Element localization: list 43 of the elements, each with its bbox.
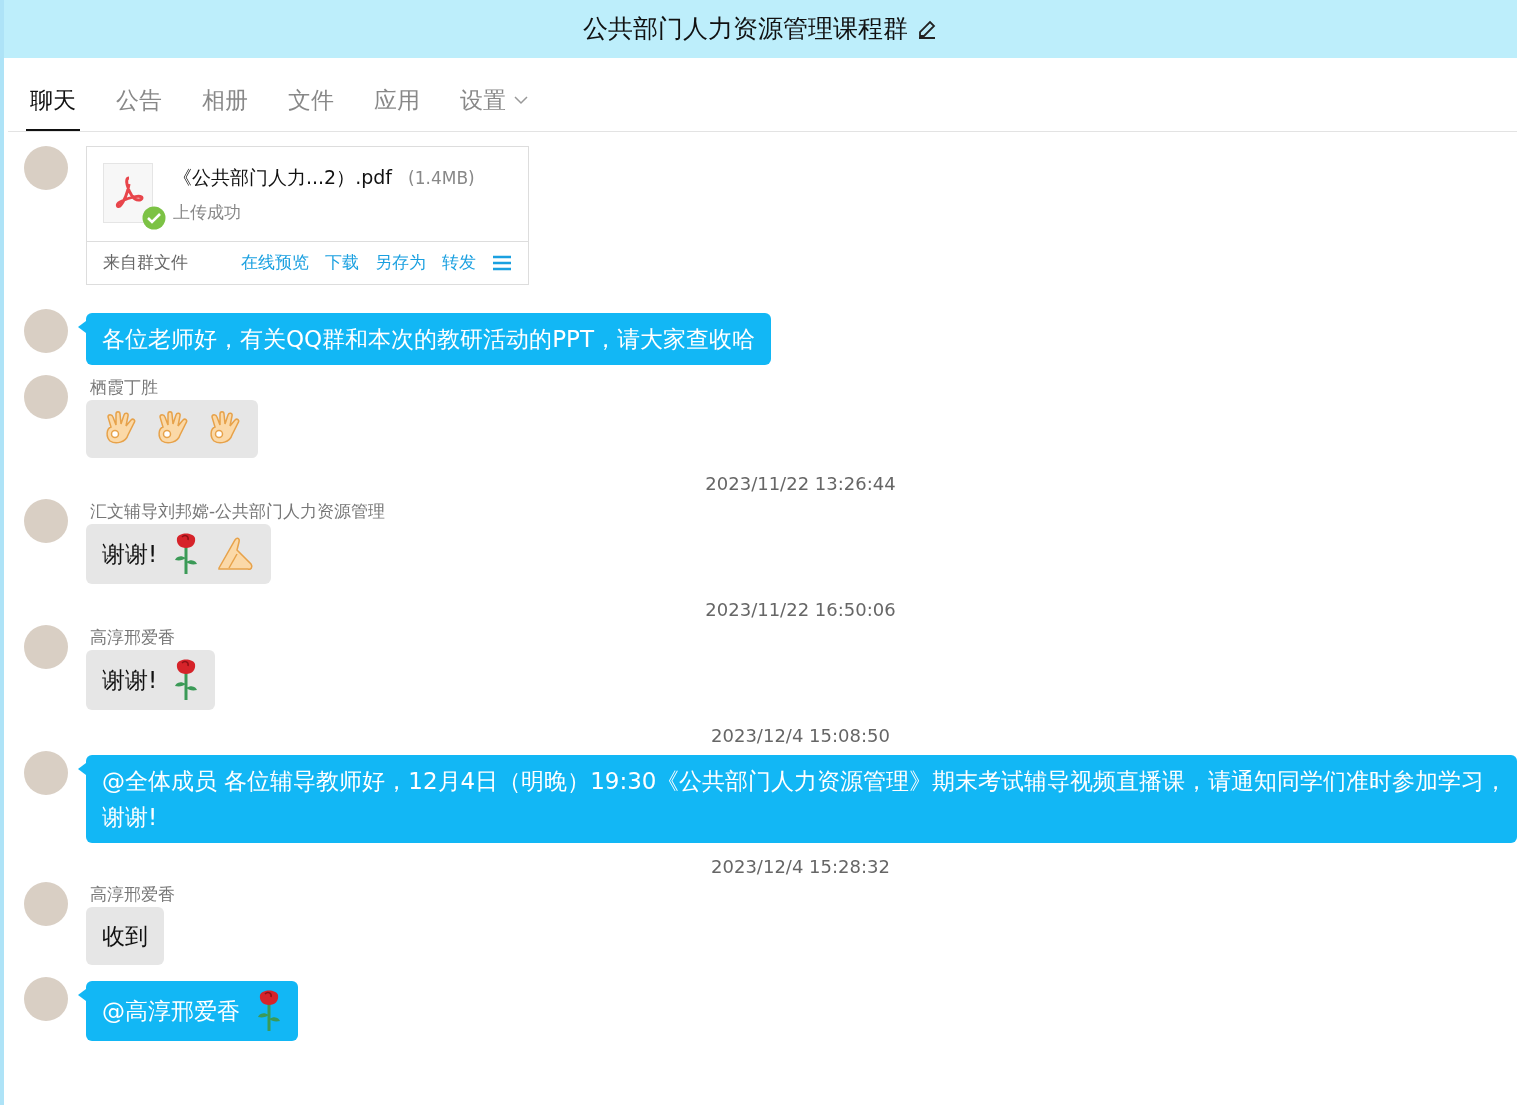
avatar[interactable] bbox=[24, 976, 68, 1021]
avatar[interactable] bbox=[24, 750, 68, 795]
tab[interactable]: 应用 bbox=[370, 68, 424, 131]
sender-name: 高淳邢爱香 bbox=[90, 628, 175, 646]
tab[interactable]: 文件 bbox=[284, 68, 338, 131]
file-action-link[interactable]: 下载 bbox=[325, 250, 359, 276]
menu-icon bbox=[492, 253, 512, 272]
sender-name: 高淳邢爱香 bbox=[90, 885, 175, 903]
timestamp: 2023/11/22 13:26:44 bbox=[704, 471, 897, 496]
message-text: 谢谢! bbox=[102, 665, 158, 695]
tab[interactable]: 聊天 bbox=[26, 68, 80, 131]
pdf-logo-icon bbox=[114, 174, 144, 210]
file-action-link[interactable]: 在线预览 bbox=[241, 250, 309, 276]
file-action-link[interactable]: 另存为 bbox=[375, 250, 426, 276]
rose-emoji-icon bbox=[173, 657, 200, 702]
file-size: (1.4MB) bbox=[408, 167, 475, 190]
avatar[interactable] bbox=[24, 881, 68, 926]
rose-emoji-icon bbox=[256, 988, 282, 1033]
file-source: 来自群文件 bbox=[103, 251, 188, 274]
sender-name: 栖霞丁胜 bbox=[90, 378, 158, 396]
avatar[interactable] bbox=[24, 624, 68, 669]
message-text: 谢谢! bbox=[102, 539, 158, 569]
file-action-link[interactable]: 转发 bbox=[442, 250, 476, 276]
tab[interactable]: 公告 bbox=[112, 68, 166, 131]
timestamp: 2023/11/22 16:50:06 bbox=[704, 597, 897, 622]
avatar[interactable] bbox=[24, 498, 68, 543]
message-text: 各位老师好，有关QQ群和本次的教研活动的PPT，请大家查收哈 bbox=[102, 324, 755, 354]
group-title: 公共部门人力资源管理课程群 bbox=[583, 13, 908, 46]
tab[interactable]: 设置 bbox=[456, 68, 532, 131]
message-text: @高淳邢爱香 bbox=[102, 996, 240, 1026]
edit-icon bbox=[916, 18, 938, 40]
message-text: @全体成员 各位辅导教师好，12月4日（明晚）19:30《公共部门人力资源管理》期末考试辅导视频直播课，请通知同学们准时参加学习，谢谢! bbox=[102, 766, 1509, 832]
avatar[interactable] bbox=[24, 374, 68, 419]
avatar[interactable] bbox=[24, 308, 68, 353]
timestamp: 2023/12/4 15:08:50 bbox=[710, 723, 891, 748]
rose-emoji-icon bbox=[173, 531, 200, 576]
timestamp: 2023/12/4 15:28:32 bbox=[710, 854, 891, 879]
avatar[interactable] bbox=[24, 146, 68, 190]
tab[interactable]: 相册 bbox=[198, 68, 252, 131]
message-text: 收到 bbox=[102, 921, 148, 951]
file-name: 《公共部门人力...2）.pdf bbox=[173, 165, 393, 190]
upload-status: 上传成功 bbox=[173, 200, 242, 224]
sender-name: 汇文辅导刘邦嫦-公共部门人力资源管理 bbox=[90, 502, 386, 520]
